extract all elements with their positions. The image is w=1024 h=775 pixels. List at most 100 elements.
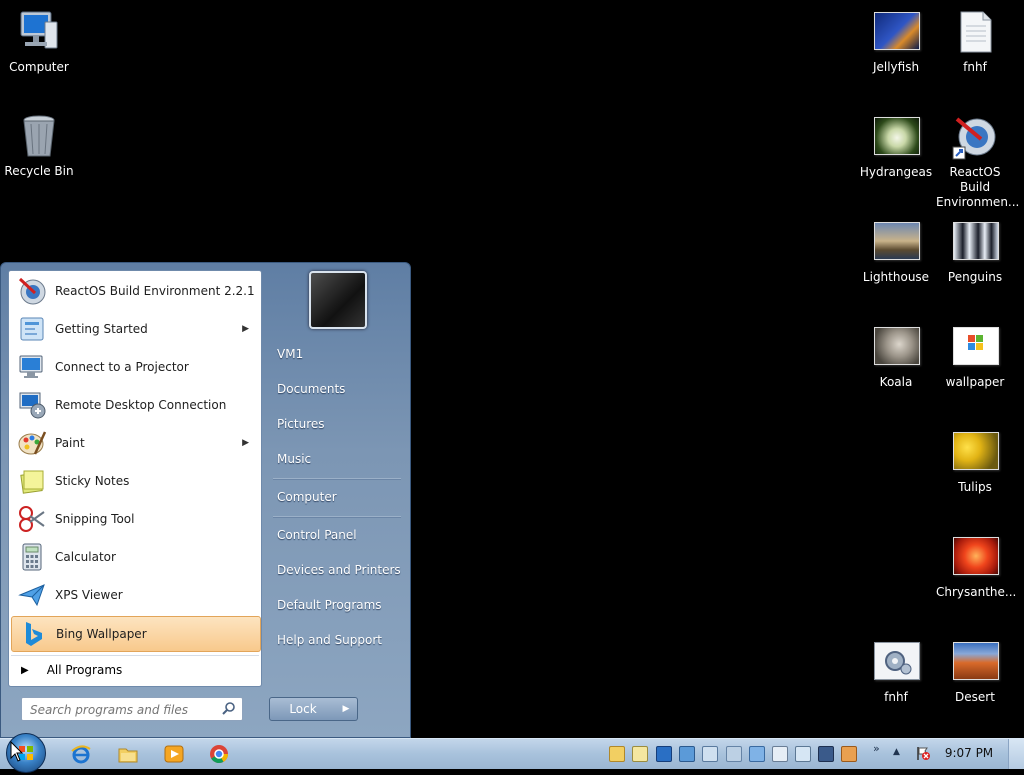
- program-item-connect-projector[interactable]: Connect to a Projector: [11, 349, 259, 385]
- display-tray-icon[interactable]: [749, 746, 765, 762]
- desktop-icon-wallpaper[interactable]: wallpaper: [936, 323, 1014, 390]
- show-hidden-icons-chevron-icon[interactable]: »: [873, 742, 880, 755]
- desktop-icon-jellyfish[interactable]: Jellyfish: [857, 8, 935, 75]
- media-player-icon[interactable]: [163, 743, 185, 765]
- mouse-cursor-icon: [10, 741, 24, 762]
- bing-icon: [16, 617, 50, 651]
- tulips-thumbnail-icon: [951, 428, 999, 476]
- desktop-icon-lighthouse[interactable]: Lighthouse: [857, 218, 935, 285]
- program-item-calculator[interactable]: Calculator: [11, 539, 259, 575]
- shutdown-options-arrow-icon[interactable]: ▶: [335, 697, 358, 721]
- tray-expand-arrow-icon[interactable]: ▲: [893, 747, 900, 757]
- projector-icon: [15, 350, 49, 384]
- desktop-icon-koala[interactable]: Koala: [857, 323, 935, 390]
- program-item-bing-wallpaper[interactable]: Bing Wallpaper: [11, 616, 261, 652]
- submenu-arrow-icon: ▶: [242, 438, 249, 448]
- jellyfish-thumbnail-icon: [872, 8, 920, 56]
- taskbar: » ▲ 9:07 PM: [0, 733, 1024, 773]
- folder-tray-icon[interactable]: [609, 746, 625, 762]
- submenu-arrow-icon: ▶: [242, 324, 249, 334]
- butterfly-tray-icon[interactable]: [818, 746, 834, 762]
- link-computer[interactable]: Computer: [269, 483, 404, 511]
- reactos-icon: [951, 113, 999, 161]
- program-label: Paint: [55, 436, 85, 450]
- desktop-icon-desert[interactable]: Desert: [936, 638, 1014, 705]
- desktop-icon-recycle-bin[interactable]: Recycle Bin: [0, 112, 78, 179]
- desktop-icon-label: ReactOS Build Environmen...: [936, 165, 1020, 209]
- remote-desktop-icon: [15, 388, 49, 422]
- all-programs-arrow-icon: ▶: [21, 664, 29, 676]
- desktop-icon-label: Recycle Bin: [4, 164, 74, 178]
- link-user-folder[interactable]: VM1: [269, 340, 404, 368]
- settings-tray-icon[interactable]: [795, 746, 811, 762]
- start-menu-programs-pane: ReactOS Build Environment 2.2.1 Getting …: [8, 270, 262, 687]
- link-help-support[interactable]: Help and Support: [269, 626, 404, 654]
- paint-icon: [15, 426, 49, 460]
- all-programs-button[interactable]: ▶ All Programs: [11, 655, 259, 684]
- xps-viewer-icon: [15, 578, 49, 612]
- desktop-icon-penguins[interactable]: Penguins: [936, 218, 1014, 285]
- program-item-xps-viewer[interactable]: XPS Viewer: [11, 577, 259, 613]
- chat-tray-icon[interactable]: [702, 746, 718, 762]
- user-picture[interactable]: [309, 271, 367, 329]
- computer-icon: [15, 8, 63, 56]
- network-tray-icon[interactable]: [679, 746, 695, 762]
- link-control-panel[interactable]: Control Panel: [269, 521, 404, 549]
- link-default-programs[interactable]: Default Programs: [269, 591, 404, 619]
- desktop-icon-label: fnhf: [963, 60, 987, 74]
- program-label: Connect to a Projector: [55, 360, 189, 374]
- desktop-icon-label: Koala: [879, 375, 913, 389]
- program-item-getting-started[interactable]: Getting Started ▶: [11, 311, 259, 347]
- program-label: XPS Viewer: [55, 588, 123, 602]
- menu-separator: [273, 516, 401, 518]
- getting-started-icon: [15, 312, 49, 346]
- text-file-icon: [951, 8, 999, 56]
- snipping-tool-icon: [15, 502, 49, 536]
- desktop-icon-chrysanthemum[interactable]: Chrysanthe...: [936, 533, 1017, 600]
- internet-explorer-icon[interactable]: [70, 743, 92, 765]
- program-item-snipping-tool[interactable]: Snipping Tool: [11, 501, 259, 537]
- system-clock[interactable]: 9:07 PM: [944, 746, 994, 760]
- link-devices-printers[interactable]: Devices and Printers: [269, 556, 404, 584]
- koala-thumbnail-icon: [872, 323, 920, 371]
- gear-tray-icon[interactable]: [772, 746, 788, 762]
- link-documents[interactable]: Documents: [269, 375, 404, 403]
- desktop-icon-fnhf-config[interactable]: fnhf: [857, 638, 935, 705]
- link-music[interactable]: Music: [269, 445, 404, 473]
- program-item-sticky-notes[interactable]: Sticky Notes: [11, 463, 259, 499]
- lock-button[interactable]: Lock: [269, 697, 337, 721]
- recycle-bin-icon: [15, 112, 63, 160]
- program-item-reactos-build[interactable]: ReactOS Build Environment 2.2.1: [11, 273, 259, 309]
- search-icon[interactable]: [222, 701, 236, 718]
- program-label: Snipping Tool: [55, 512, 135, 526]
- program-label: Remote Desktop Connection: [55, 398, 227, 412]
- paint-tray-icon[interactable]: [841, 746, 857, 762]
- notes-tray-icon[interactable]: [632, 746, 648, 762]
- recycle-tray-icon[interactable]: [726, 746, 742, 762]
- start-menu: ReactOS Build Environment 2.2.1 Getting …: [0, 262, 411, 738]
- desktop-icon-fnhf-text[interactable]: fnhf: [936, 8, 1014, 75]
- show-desktop-button[interactable]: [1008, 739, 1024, 769]
- desktop-icon-tulips[interactable]: Tulips: [936, 428, 1014, 495]
- desktop-icon-label: Penguins: [947, 270, 1003, 284]
- calculator-icon: [15, 540, 49, 574]
- desktop-icon-label: Chrysanthe...: [936, 585, 1017, 599]
- desert-thumbnail-icon: [951, 638, 999, 686]
- desktop-icon-label: Desert: [955, 690, 995, 704]
- monitor-tray-icon[interactable]: [656, 746, 672, 762]
- search-input[interactable]: [28, 699, 222, 721]
- desktop-icon-label: Hydrangeas: [859, 165, 933, 179]
- program-label: Getting Started: [55, 322, 148, 336]
- explorer-folder-icon[interactable]: [117, 743, 139, 765]
- program-label: Sticky Notes: [55, 474, 130, 488]
- menu-separator: [273, 478, 401, 480]
- desktop-icon-computer[interactable]: Computer: [0, 8, 78, 75]
- program-item-remote-desktop[interactable]: Remote Desktop Connection: [11, 387, 259, 423]
- link-pictures[interactable]: Pictures: [269, 410, 404, 438]
- desktop-icon-hydrangeas[interactable]: Hydrangeas: [857, 113, 935, 180]
- program-item-paint[interactable]: Paint ▶: [11, 425, 259, 461]
- desktop-icon-reactos-build[interactable]: ReactOS Build Environmen...: [936, 113, 1020, 210]
- chrome-icon[interactable]: [208, 743, 230, 765]
- action-center-flag-icon[interactable]: [915, 745, 931, 764]
- search-box[interactable]: [21, 697, 243, 721]
